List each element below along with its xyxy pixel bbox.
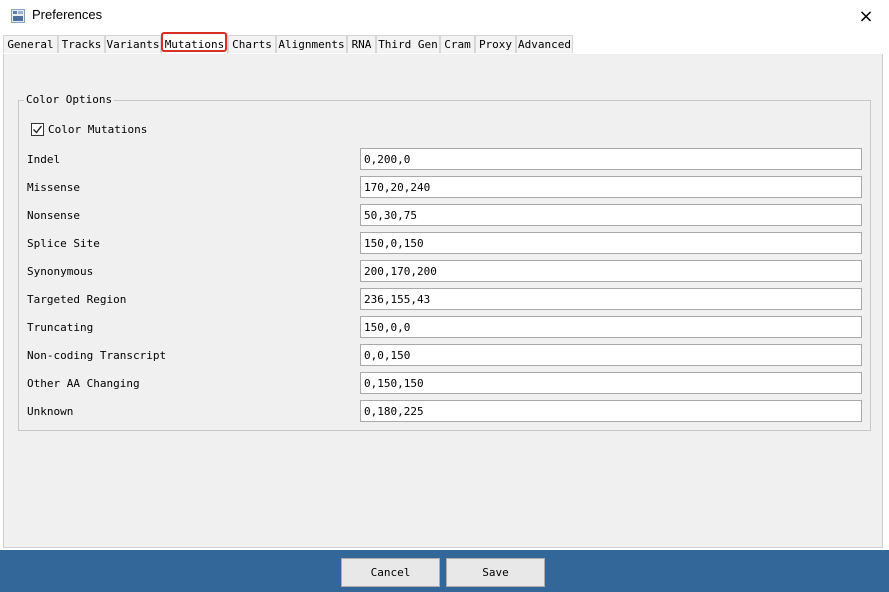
truncating-color-input[interactable] bbox=[360, 316, 862, 338]
tab-label: General bbox=[7, 38, 54, 51]
save-button[interactable]: Save bbox=[446, 558, 545, 587]
tab-label: Tracks bbox=[61, 38, 102, 51]
tab-tracks[interactable]: Tracks bbox=[58, 35, 105, 53]
unknown-label: Unknown bbox=[27, 405, 74, 418]
tab-mutations[interactable]: Mutations bbox=[161, 33, 228, 54]
other-aa-changing-color-input[interactable] bbox=[360, 372, 862, 394]
targeted-region-color-input[interactable] bbox=[360, 288, 862, 310]
indel-label: Indel bbox=[27, 153, 61, 166]
tab-label: Third Gen bbox=[378, 38, 438, 51]
non-coding-transcript-color-input[interactable] bbox=[360, 344, 862, 366]
tab-charts[interactable]: Charts bbox=[228, 35, 276, 53]
unknown-color-input[interactable] bbox=[360, 400, 862, 422]
non-coding-transcript-label: Non-coding Transcript bbox=[27, 349, 167, 362]
nonsense-label: Nonsense bbox=[27, 209, 80, 222]
other-aa-changing-label: Other AA Changing bbox=[27, 377, 140, 390]
footer-bar: Cancel Save bbox=[0, 550, 889, 592]
tab-third-gen[interactable]: Third Gen bbox=[376, 35, 440, 53]
nonsense-color-input[interactable] bbox=[360, 204, 862, 226]
missense-color-input[interactable] bbox=[360, 176, 862, 198]
window-title: Preferences bbox=[32, 7, 103, 22]
tab-label: Mutations bbox=[164, 37, 225, 51]
checkmark-icon bbox=[33, 125, 43, 134]
color-mutations-checkbox-row[interactable]: Color Mutations bbox=[31, 121, 147, 137]
tab-cram[interactable]: Cram bbox=[440, 35, 475, 53]
tab-label: RNA bbox=[351, 38, 372, 51]
tab-label: Cram bbox=[444, 38, 471, 51]
synonymous-label: Synonymous bbox=[27, 265, 94, 278]
color-mutations-label: Color Mutations bbox=[48, 122, 148, 136]
color-mutations-checkbox[interactable] bbox=[31, 122, 44, 136]
targeted-region-label: Targeted Region bbox=[27, 293, 127, 306]
splice-site-color-input[interactable] bbox=[360, 232, 862, 254]
tab-rna[interactable]: RNA bbox=[347, 35, 376, 53]
tab-alignments[interactable]: Alignments bbox=[276, 35, 347, 53]
synonymous-color-input[interactable] bbox=[360, 260, 862, 282]
missense-label: Missense bbox=[27, 181, 80, 194]
close-icon: × bbox=[858, 5, 874, 27]
tab-general[interactable]: General bbox=[3, 35, 58, 53]
tab-variants[interactable]: Variants bbox=[105, 35, 161, 53]
tab-strip: General Tracks Variants Mutations Charts… bbox=[3, 33, 883, 55]
tab-proxy[interactable]: Proxy bbox=[475, 35, 516, 53]
title-bar: Preferences × bbox=[0, 0, 889, 32]
group-legend: Color Options bbox=[24, 93, 115, 106]
tab-label: Advanced bbox=[518, 38, 571, 51]
splice-site-label: Splice Site bbox=[27, 237, 100, 250]
close-button[interactable]: × bbox=[843, 0, 889, 32]
color-options-group: Color Options Color Mutations Indel Miss… bbox=[18, 93, 871, 431]
tab-label: Alignments bbox=[278, 38, 345, 51]
indel-color-input[interactable] bbox=[360, 148, 862, 170]
tab-label: Proxy bbox=[478, 38, 513, 51]
app-icon bbox=[11, 9, 25, 23]
cancel-button[interactable]: Cancel bbox=[341, 558, 440, 587]
mutations-panel: Color Options Color Mutations Indel Miss… bbox=[3, 54, 883, 548]
truncating-label: Truncating bbox=[27, 321, 94, 334]
tab-label: Charts bbox=[232, 38, 272, 51]
tab-label: Variants bbox=[106, 38, 160, 51]
tab-advanced[interactable]: Advanced bbox=[516, 35, 573, 53]
